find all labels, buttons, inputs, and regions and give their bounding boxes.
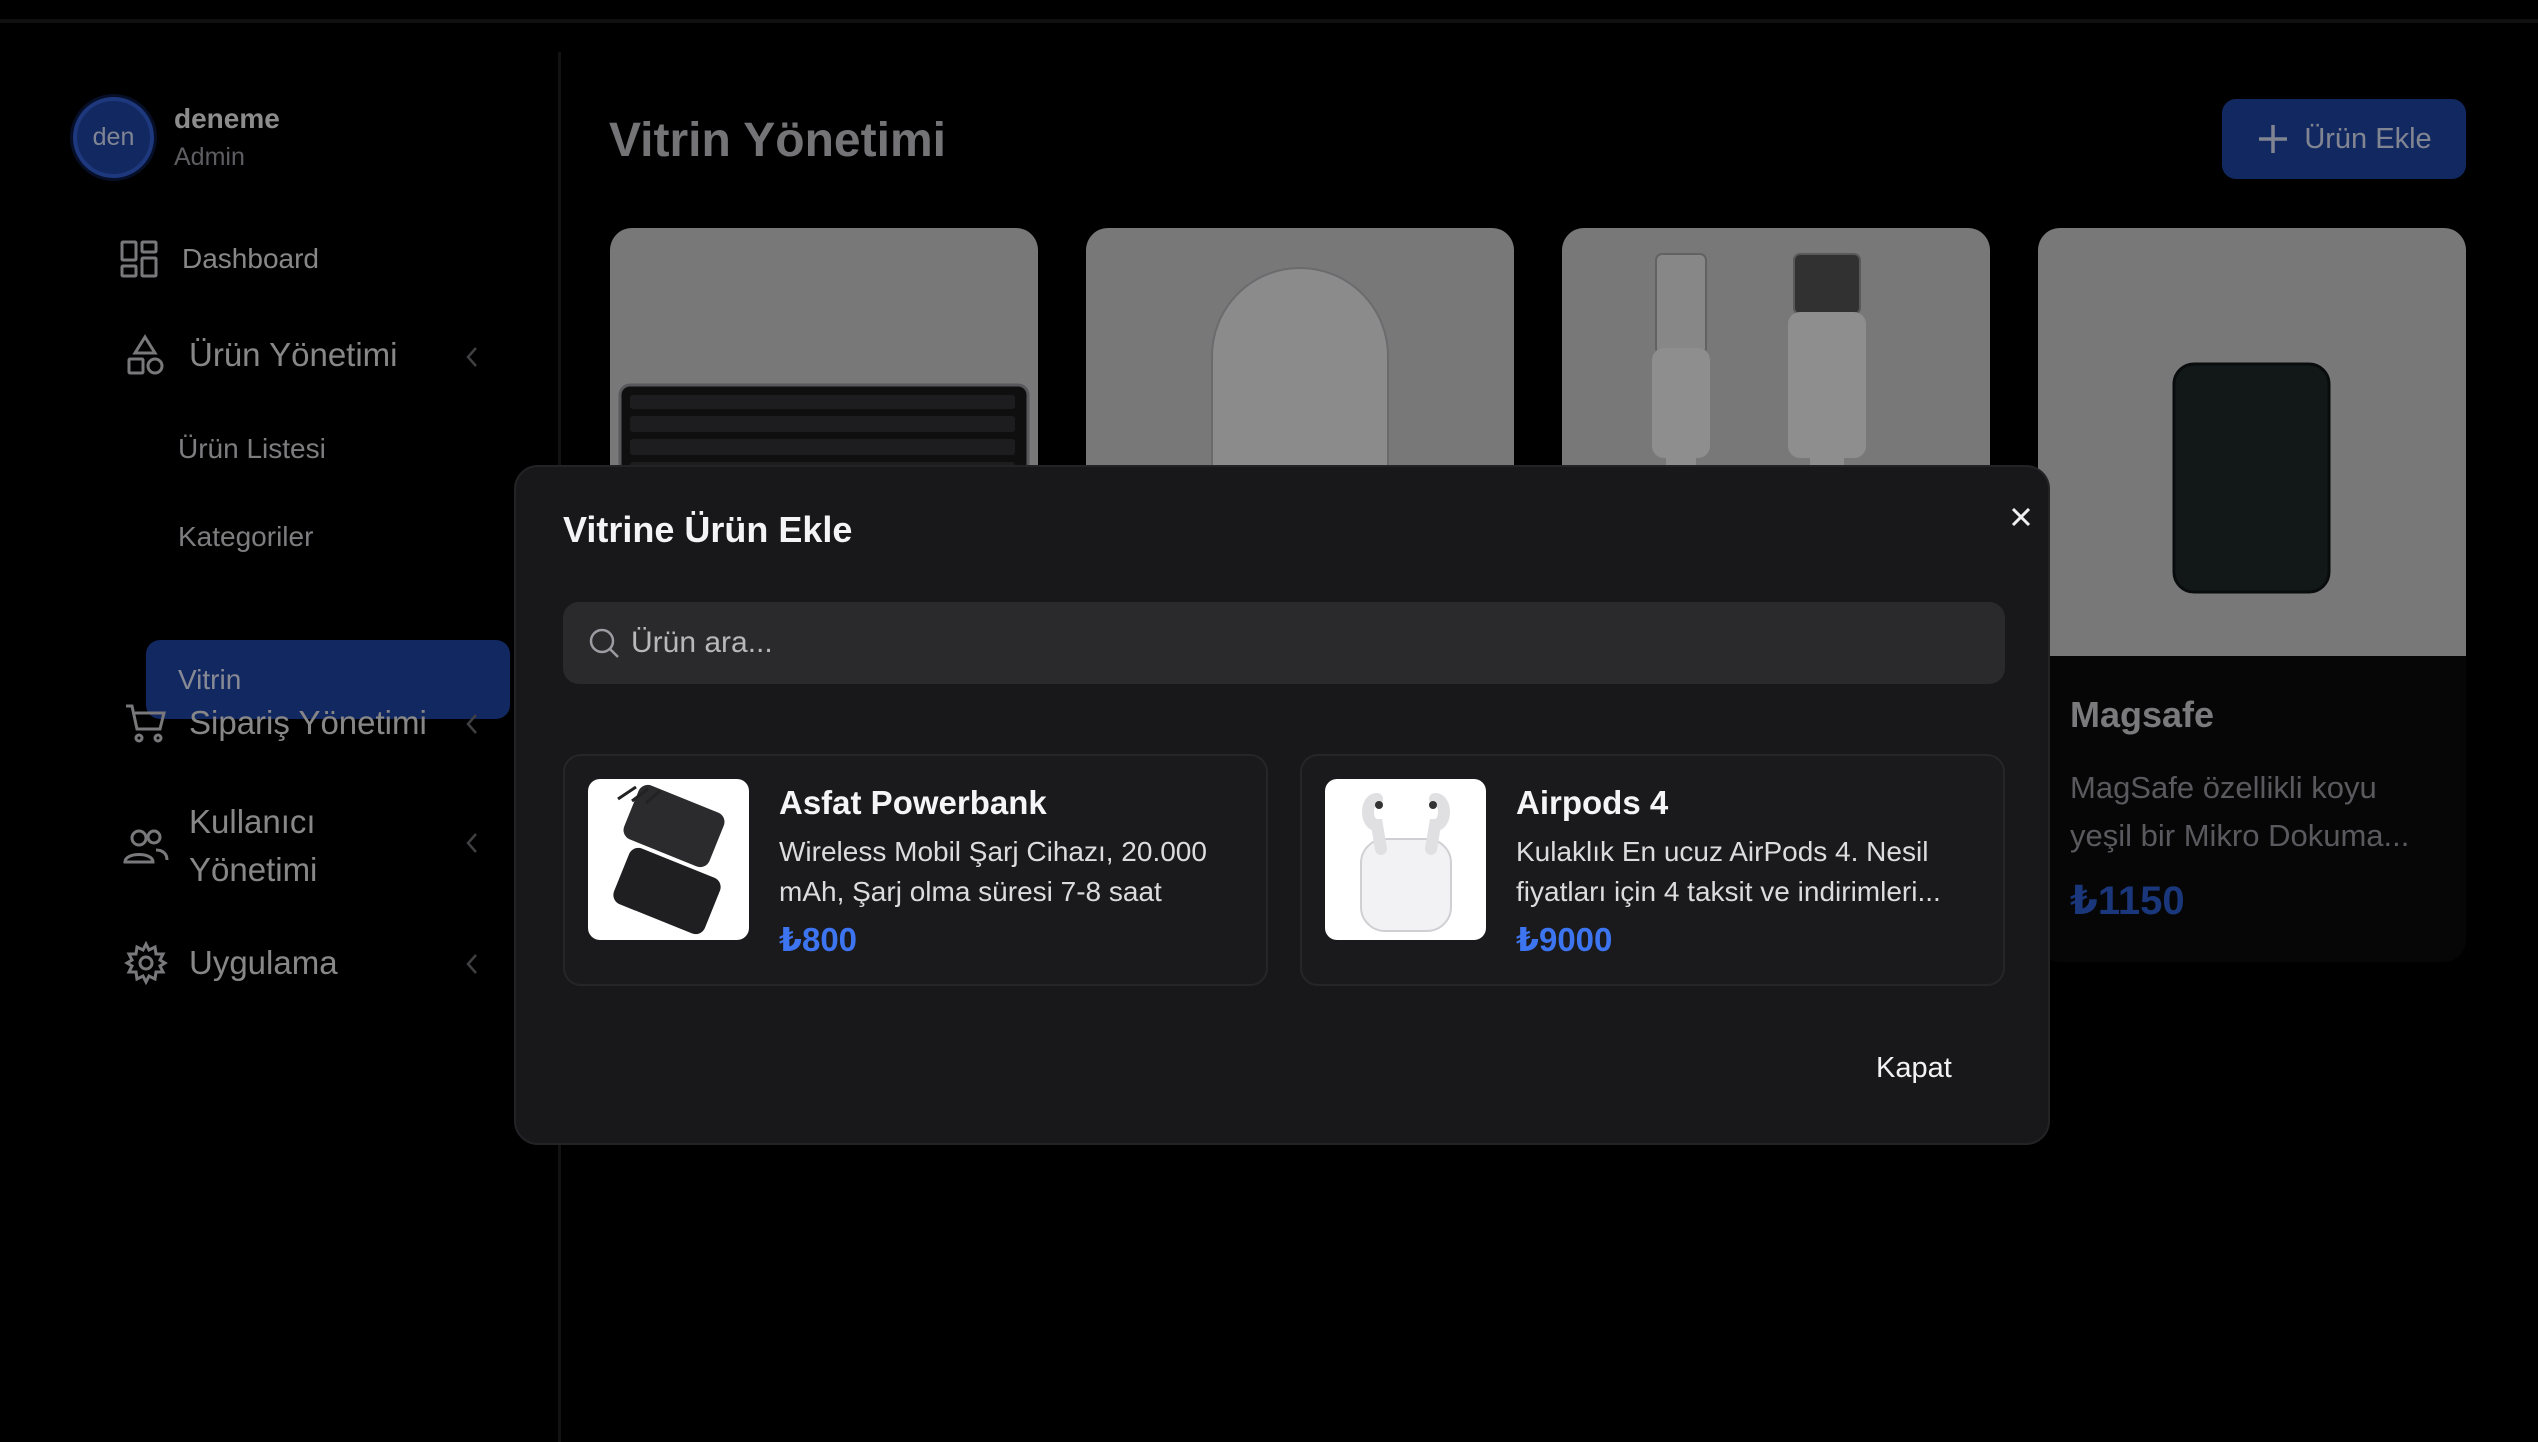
search-box[interactable] <box>563 602 2005 684</box>
close-button[interactable]: Kapat <box>1876 1052 1952 1085</box>
product-result[interactable]: Airpods 4 Kulaklık En ucuz AirPods 4. Ne… <box>1300 754 2005 986</box>
modal-title: Vitrine Ürün Ekle <box>563 509 853 550</box>
product-description-line: fiyatları için 4 taksit ve indirimleri..… <box>1516 876 1941 907</box>
search-icon <box>589 628 619 658</box>
product-result[interactable]: Asfat Powerbank Wireless Mobil Şarj Ciha… <box>563 754 1268 986</box>
close-icon[interactable] <box>1996 492 2046 542</box>
product-title: Airpods 4 <box>1516 784 1669 821</box>
product-description: Kulaklık En ucuz AirPods 4. Nesil fiyatl… <box>1516 832 1976 912</box>
product-image-powerbank <box>588 779 749 940</box>
product-description-line: mAh, Şarj olma süresi 7-8 saat <box>779 876 1162 907</box>
product-price: ₺9000 <box>1516 921 1613 958</box>
product-price: ₺800 <box>779 921 858 958</box>
product-description-line: Wireless Mobil Şarj Cihazı, 20.000 <box>779 836 1207 867</box>
add-to-showcase-modal: Vitrine Ürün Ekle Asfat Powerbank Wirele… <box>514 465 2050 1145</box>
search-input[interactable] <box>631 613 2005 673</box>
product-image-airpods <box>1325 779 1486 940</box>
product-title: Asfat Powerbank <box>779 784 1047 821</box>
product-description-line: Kulaklık En ucuz AirPods 4. Nesil <box>1516 836 1929 867</box>
product-description: Wireless Mobil Şarj Cihazı, 20.000 mAh, … <box>779 832 1239 912</box>
